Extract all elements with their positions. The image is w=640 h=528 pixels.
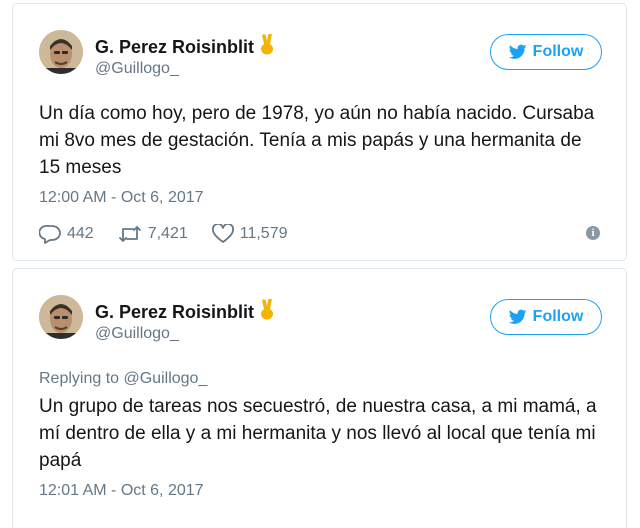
info-icon[interactable]: i <box>586 226 600 240</box>
victory-hand-icon <box>258 33 276 61</box>
tweet-text: Un día como hoy, pero de 1978, yo aún no… <box>39 103 595 178</box>
tweet-timestamp[interactable]: 12:01 AM - Oct 6, 2017 <box>39 482 204 500</box>
twitter-bird-icon <box>508 309 527 324</box>
like-count: 11,579 <box>239 225 288 242</box>
tweet-text: Un grupo de tareas nos secuestró, de nue… <box>39 396 597 471</box>
reply-icon <box>39 224 61 244</box>
follow-label: Follow <box>532 308 584 325</box>
heart-icon <box>211 224 234 243</box>
retweet-count: 7,421 <box>147 225 188 242</box>
author-name[interactable]: G. Perez Roisinblit <box>95 298 276 326</box>
victory-hand-icon <box>258 298 276 326</box>
author-name[interactable]: G. Perez Roisinblit <box>95 33 276 61</box>
avatar[interactable] <box>39 30 83 74</box>
reply-count: 442 <box>67 225 94 242</box>
follow-label: Follow <box>532 43 584 60</box>
retweet-action[interactable]: 7,421 <box>118 224 188 244</box>
tweet-timestamp[interactable]: 12:00 AM - Oct 6, 2017 <box>39 189 204 207</box>
author-handle[interactable]: @Guillogo_ <box>95 60 179 78</box>
follow-button[interactable]: Follow <box>490 299 602 335</box>
author-name-text[interactable]: G. Perez Roisinblit <box>95 37 254 57</box>
avatar[interactable] <box>39 295 83 339</box>
author-name-text[interactable]: G. Perez Roisinblit <box>95 302 254 322</box>
replying-to[interactable]: Replying to @Guillogo_ <box>39 370 207 388</box>
tweet-card[interactable]: G. Perez Roisinblit @Guillogo_ Follow Un… <box>12 3 627 261</box>
follow-button[interactable]: Follow <box>490 34 602 70</box>
twitter-bird-icon <box>508 44 527 59</box>
author-handle[interactable]: @Guillogo_ <box>95 325 179 343</box>
tweet-card[interactable]: G. Perez Roisinblit @Guillogo_ Follow Re… <box>12 268 627 528</box>
like-action[interactable]: 11,579 <box>211 224 288 244</box>
retweet-icon <box>118 226 141 242</box>
reply-action[interactable]: 442 <box>39 224 94 244</box>
tweet-actions: 442 7,421 11,579 <box>39 222 312 246</box>
